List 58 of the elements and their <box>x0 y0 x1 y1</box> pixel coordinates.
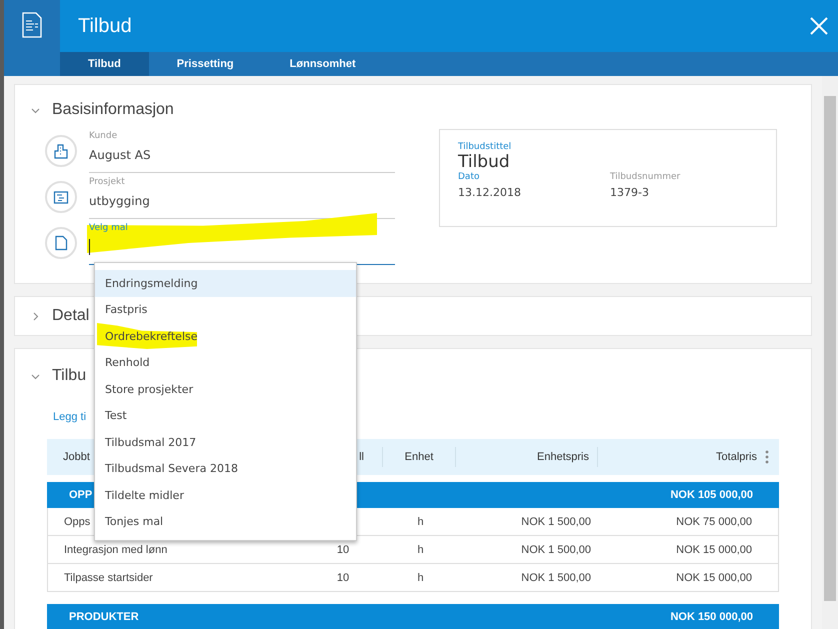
chevron-right-icon[interactable] <box>31 312 40 320</box>
input-field[interactable]: utbygging <box>89 193 395 209</box>
building-icon <box>53 143 69 159</box>
dropdown-option[interactable]: Endringsmelding <box>95 270 356 296</box>
table-cell: h <box>417 544 424 556</box>
tab[interactable]: Lønnsomhet <box>262 52 384 76</box>
table-cell: Opps <box>64 516 90 528</box>
document-icon <box>53 235 69 251</box>
group-name: PRODUKTER <box>69 611 139 623</box>
window-title: Tilbud <box>78 14 132 38</box>
field-label: Kunde <box>89 131 118 141</box>
group-total: NOK 105 000,00 <box>670 489 753 501</box>
folder-icon <box>53 189 69 205</box>
chevron-down-icon[interactable] <box>31 106 40 114</box>
table-cell: NOK 1 500,00 <box>521 516 591 528</box>
summary-value: 13.12.2018 <box>458 186 521 199</box>
table-cell: NOK 15 000,00 <box>676 544 752 556</box>
column-header: Totalpris <box>716 450 757 465</box>
table-cell: 10 <box>336 572 350 584</box>
field-label: Velg mal <box>89 223 128 233</box>
dropdown-option[interactable]: Tonjes mal <box>95 508 356 535</box>
column-header: Enhetspris <box>456 447 598 467</box>
summary-title: Tilbud <box>458 152 511 172</box>
dropdown-option[interactable]: Store prosjekter <box>95 376 356 402</box>
column-header: Enhet <box>383 447 456 467</box>
group-name: OPP <box>69 489 92 501</box>
dropdown-option[interactable]: Test <box>95 402 356 429</box>
dropdown-option[interactable]: Renhold <box>95 350 356 376</box>
summary-label: Dato <box>458 172 480 182</box>
table-cell: NOK 1 500,00 <box>521 572 591 584</box>
document-icon <box>22 12 42 38</box>
table-cell: Tilpasse startsider <box>64 572 153 584</box>
input-field[interactable]: August AS <box>89 147 395 163</box>
table-cell: NOK 75 000,00 <box>676 516 752 528</box>
tab[interactable]: Prissetting <box>148 52 262 76</box>
scrollbar-thumb[interactable] <box>824 96 836 601</box>
group-total: NOK 150 000,00 <box>670 611 753 623</box>
field-label: Prosjekt <box>89 177 125 187</box>
chevron-down-icon[interactable] <box>31 372 40 380</box>
add-link[interactable]: Legg ti <box>53 411 86 423</box>
close-icon[interactable] <box>810 17 828 35</box>
tab[interactable]: Tilbud <box>60 52 149 76</box>
table-cell: h <box>417 516 424 528</box>
table-cell: NOK 1 500,00 <box>521 544 591 556</box>
dropdown-option[interactable]: Ordrebekreftelse <box>95 323 356 350</box>
table-cell: NOK 15 000,00 <box>676 572 752 584</box>
table-cell: Integrasjon med lønn <box>64 544 168 556</box>
table-cell: h <box>417 572 424 584</box>
summary-label: Tilbudsnummer <box>610 172 680 182</box>
more-icon[interactable] <box>765 450 769 464</box>
summary-label: Tilbudstittel <box>458 142 512 152</box>
table-cell: 10 <box>336 544 350 556</box>
section-title: Detal <box>52 307 90 325</box>
summary-value: 1379-3 <box>610 186 649 199</box>
dropdown-option[interactable]: Tildelte midler <box>95 482 356 508</box>
dropdown-option[interactable]: Fastpris <box>95 296 356 323</box>
section-title: Basisinformasjon <box>52 101 174 119</box>
section-title: Tilbu <box>52 367 86 385</box>
